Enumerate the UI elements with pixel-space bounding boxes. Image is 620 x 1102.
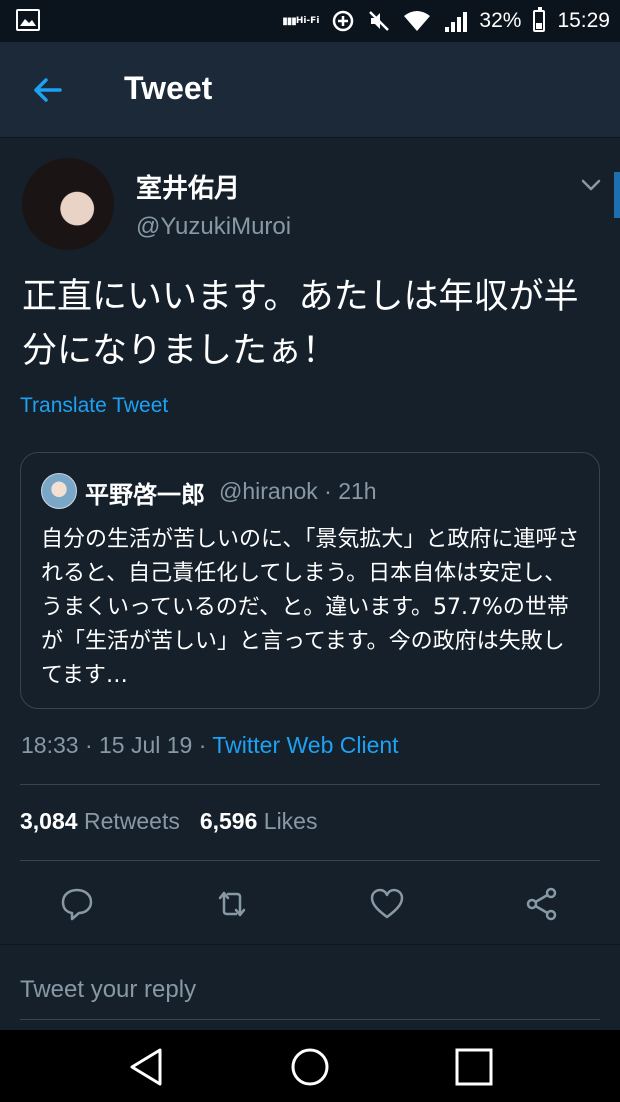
data-saver-icon [331, 9, 355, 33]
chevron-down-icon [581, 179, 601, 191]
reply-icon [61, 888, 93, 921]
tweet-text: 正直にいいます。あたしは年収が半分になりましたぁ！ [22, 277, 579, 371]
timestamp-text: 18:33 · 15 Jul 19 · [21, 732, 213, 758]
system-nav-bar [0, 1030, 620, 1102]
retweet-icon [218, 891, 246, 917]
tweet-menu-button[interactable] [578, 172, 604, 198]
mute-icon [367, 9, 391, 33]
image-icon [16, 9, 40, 31]
likes-label: Likes [263, 808, 318, 834]
reply-button[interactable] [57, 884, 97, 924]
author-handle[interactable]: @YuzukiMuroi [136, 213, 291, 241]
reply-input[interactable] [20, 960, 600, 1020]
author-avatar[interactable] [22, 158, 114, 250]
nav-home-button[interactable] [289, 1046, 331, 1088]
client-link[interactable]: Twitter Web Client [212, 732, 398, 758]
app-header: Tweet [0, 42, 620, 138]
quoted-author-avatar [41, 473, 77, 509]
quoted-author-meta: @hiranok · 21h [219, 478, 377, 504]
divider [20, 784, 600, 785]
status-bar: ▮▮▮ Hi-Fi 32% 15:29 [0, 0, 620, 42]
quoted-tweet[interactable]: 平野啓一郎 @hiranok · 21h 自分の生活が苦しいのに、「景気拡大」と… [20, 452, 600, 709]
likes-count: 6,596 [199, 808, 258, 834]
likes-stat[interactable]: 6,596 Likes [200, 808, 318, 834]
circle-home-icon [291, 1048, 329, 1086]
divider [20, 860, 600, 861]
retweets-stat[interactable]: 3,084 Retweets [20, 808, 180, 834]
arrow-left-icon [34, 78, 62, 102]
hifi-icon: ▮▮▮ Hi-Fi [282, 15, 320, 27]
like-button[interactable] [367, 884, 407, 924]
share-icon [526, 887, 557, 921]
battery-icon [533, 7, 546, 32]
wifi-icon [403, 10, 431, 32]
retweets-label: Retweets [83, 808, 180, 834]
nav-recents-button[interactable] [453, 1046, 495, 1088]
triangle-back-icon [130, 1048, 162, 1086]
share-button[interactable] [522, 884, 562, 924]
translate-tweet-link[interactable]: Translate Tweet [20, 394, 168, 418]
tweet-stats: 3,084 Retweets 6,596 Likes [20, 808, 317, 835]
author-name[interactable]: 室井佑月 [136, 168, 240, 205]
signal-icon [443, 10, 468, 32]
quoted-author-name: 平野啓一郎 [85, 481, 205, 509]
retweet-button[interactable] [212, 884, 252, 924]
back-button[interactable] [30, 72, 66, 108]
battery-percent: 32% [479, 9, 522, 32]
nav-back-button[interactable] [126, 1046, 168, 1088]
tweet-timestamp: 18:33 · 15 Jul 19 · Twitter Web Client [21, 732, 399, 759]
square-recents-icon [455, 1048, 493, 1086]
quoted-tweet-text: 自分の生活が苦しいのに、「景気拡大」と政府に連呼されると、自己責任化してしまう。… [41, 527, 580, 688]
clock: 15:29 [557, 9, 610, 32]
like-icon [370, 888, 404, 919]
retweets-count: 3,084 [20, 808, 78, 834]
tweet-actions [0, 874, 620, 936]
scroll-indicator [614, 172, 620, 218]
page-title: Tweet [124, 70, 213, 106]
